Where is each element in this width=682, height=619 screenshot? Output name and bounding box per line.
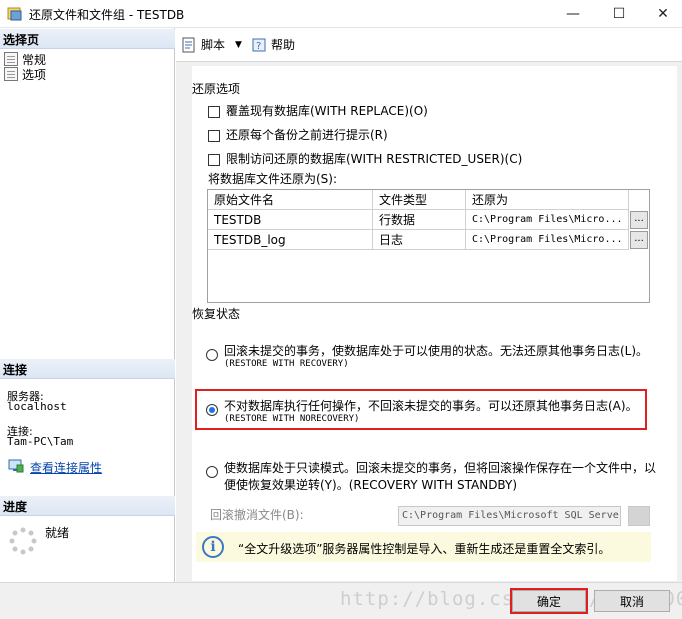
- help-button[interactable]: ? 帮助: [251, 36, 295, 53]
- restore-options-label: 还原选项: [192, 82, 241, 96]
- recovery-option-code: (RESTORE WITH RECOVERY): [224, 359, 349, 369]
- connection-value: Tam-PC\Tam: [7, 435, 74, 448]
- overwrite-checkbox[interactable]: [208, 105, 220, 118]
- cancel-label: 取消: [619, 594, 644, 609]
- recovery-option-code: (RESTORE WITH NORECOVERY): [224, 414, 360, 424]
- recovery-option-with-norecovery[interactable]: 不对数据库执行任何操作，不回滚未提交的事务。可以还原其他事务日志(A)。 (RE…: [206, 397, 638, 424]
- column-header-restore-as[interactable]: 还原为: [466, 190, 629, 210]
- table-row-name[interactable]: TESTDB_log: [208, 230, 373, 250]
- chevron-down-icon: ▼: [235, 39, 242, 50]
- browse-button[interactable]: ...: [630, 211, 648, 229]
- page-icon: [4, 52, 18, 66]
- recovery-radio-selected[interactable]: [206, 404, 218, 416]
- select-page-header: 选择页: [0, 29, 175, 49]
- script-icon: [182, 37, 195, 52]
- undo-file-browse-button[interactable]: [628, 506, 650, 526]
- table-row-type[interactable]: 行数据: [373, 210, 466, 230]
- restore-files-as-label: 将数据库文件还原为(S):: [208, 172, 338, 186]
- script-label: 脚本: [201, 38, 226, 52]
- recovery-option-with-recovery[interactable]: 回滚未提交的事务，使数据库处于可以使用的状态。无法还原其他事务日志(L)。 (R…: [206, 342, 648, 369]
- minimize-button[interactable]: —: [550, 0, 596, 28]
- undo-file-label: 回滚撤消文件(B):: [210, 508, 304, 522]
- script-button[interactable]: 脚本 ▼: [181, 36, 242, 53]
- table-row-name[interactable]: TESTDB: [208, 210, 373, 230]
- table-row-type[interactable]: 日志: [373, 230, 466, 250]
- svg-text:?: ?: [256, 41, 261, 52]
- ok-highlight: [510, 588, 588, 614]
- progress-spinner-icon: [8, 526, 38, 556]
- table-row-restore-as[interactable]: C:\Program Files\Micro...: [466, 210, 629, 230]
- help-icon: ?: [252, 38, 266, 52]
- recovery-option-with-standby[interactable]: 使数据库处于只读模式。回滚未提交的事务，但将回滚操作保存在一个文件中，以 便使恢…: [206, 459, 656, 493]
- close-button[interactable]: ✕: [640, 0, 682, 28]
- recovery-state-label: 恢复状态: [192, 307, 241, 321]
- view-connection-properties-link[interactable]: 查看连接属性: [30, 459, 102, 476]
- server-value: localhost: [7, 400, 67, 413]
- sidebar-item-options[interactable]: 选项: [4, 66, 46, 82]
- restrict-access-checkbox[interactable]: [208, 153, 220, 166]
- help-label: 帮助: [271, 38, 296, 52]
- table-row-restore-as[interactable]: C:\Program Files\Micro...: [466, 230, 629, 250]
- recovery-radio[interactable]: [206, 349, 218, 361]
- restrict-access-checkbox-row[interactable]: 限制访问还原的数据库(WITH RESTRICTED_USER)(C): [208, 150, 522, 167]
- prompt-each-label: 还原每个备份之前进行提示(R): [226, 128, 388, 142]
- browse-button[interactable]: ...: [630, 231, 648, 249]
- overwrite-label: 覆盖现有数据库(WITH REPLACE)(O): [226, 104, 428, 118]
- info-message: “全文升级选项”服务器属性控制是导入、重新生成还是重置全文索引。: [238, 542, 611, 556]
- prompt-each-checkbox-row[interactable]: 还原每个备份之前进行提示(R): [208, 126, 388, 143]
- connection-properties-icon: [8, 459, 24, 473]
- recovery-option-text-2: 便使恢复效果逆转(Y)。(RECOVERY WITH STANDBY): [224, 478, 518, 492]
- recovery-radio[interactable]: [206, 466, 218, 478]
- connection-header: 连接: [0, 359, 175, 379]
- info-icon: i: [202, 536, 224, 558]
- title-bar: 还原文件和文件组 - TESTDB — ☐ ✕: [0, 0, 682, 28]
- file-grid: 原始文件名 文件类型 还原为 TESTDB 行数据 C:\Program Fil…: [207, 189, 650, 303]
- recovery-option-text: 回滚未提交的事务，使数据库处于可以使用的状态。无法还原其他事务日志(L)。: [224, 344, 649, 358]
- recovery-option-text: 使数据库处于只读模式。回滚未提交的事务，但将回滚操作保存在一个文件中，以: [224, 461, 657, 475]
- prompt-each-checkbox[interactable]: [208, 129, 220, 142]
- progress-status: 就绪: [45, 526, 70, 540]
- column-header-original-name[interactable]: 原始文件名: [208, 190, 373, 210]
- recovery-option-text: 不对数据库执行任何操作，不回滚未提交的事务。可以还原其他事务日志(A)。: [224, 399, 638, 413]
- undo-file-input[interactable]: C:\Program Files\Microsoft SQL Serve: [398, 506, 621, 526]
- progress-header: 进度: [0, 496, 175, 516]
- content-panel: [192, 66, 677, 581]
- window-title: 还原文件和文件组 - TESTDB: [29, 8, 185, 22]
- sidebar-item-label: 选项: [22, 67, 47, 82]
- column-header-file-type[interactable]: 文件类型: [373, 190, 466, 210]
- restrict-access-label: 限制访问还原的数据库(WITH RESTRICTED_USER)(C): [226, 152, 523, 166]
- overwrite-checkbox-row[interactable]: 覆盖现有数据库(WITH REPLACE)(O): [208, 102, 428, 119]
- page-icon: [4, 67, 18, 81]
- cancel-button[interactable]: 取消: [594, 590, 670, 612]
- maximize-button[interactable]: ☐: [596, 0, 642, 28]
- app-icon: [7, 6, 23, 22]
